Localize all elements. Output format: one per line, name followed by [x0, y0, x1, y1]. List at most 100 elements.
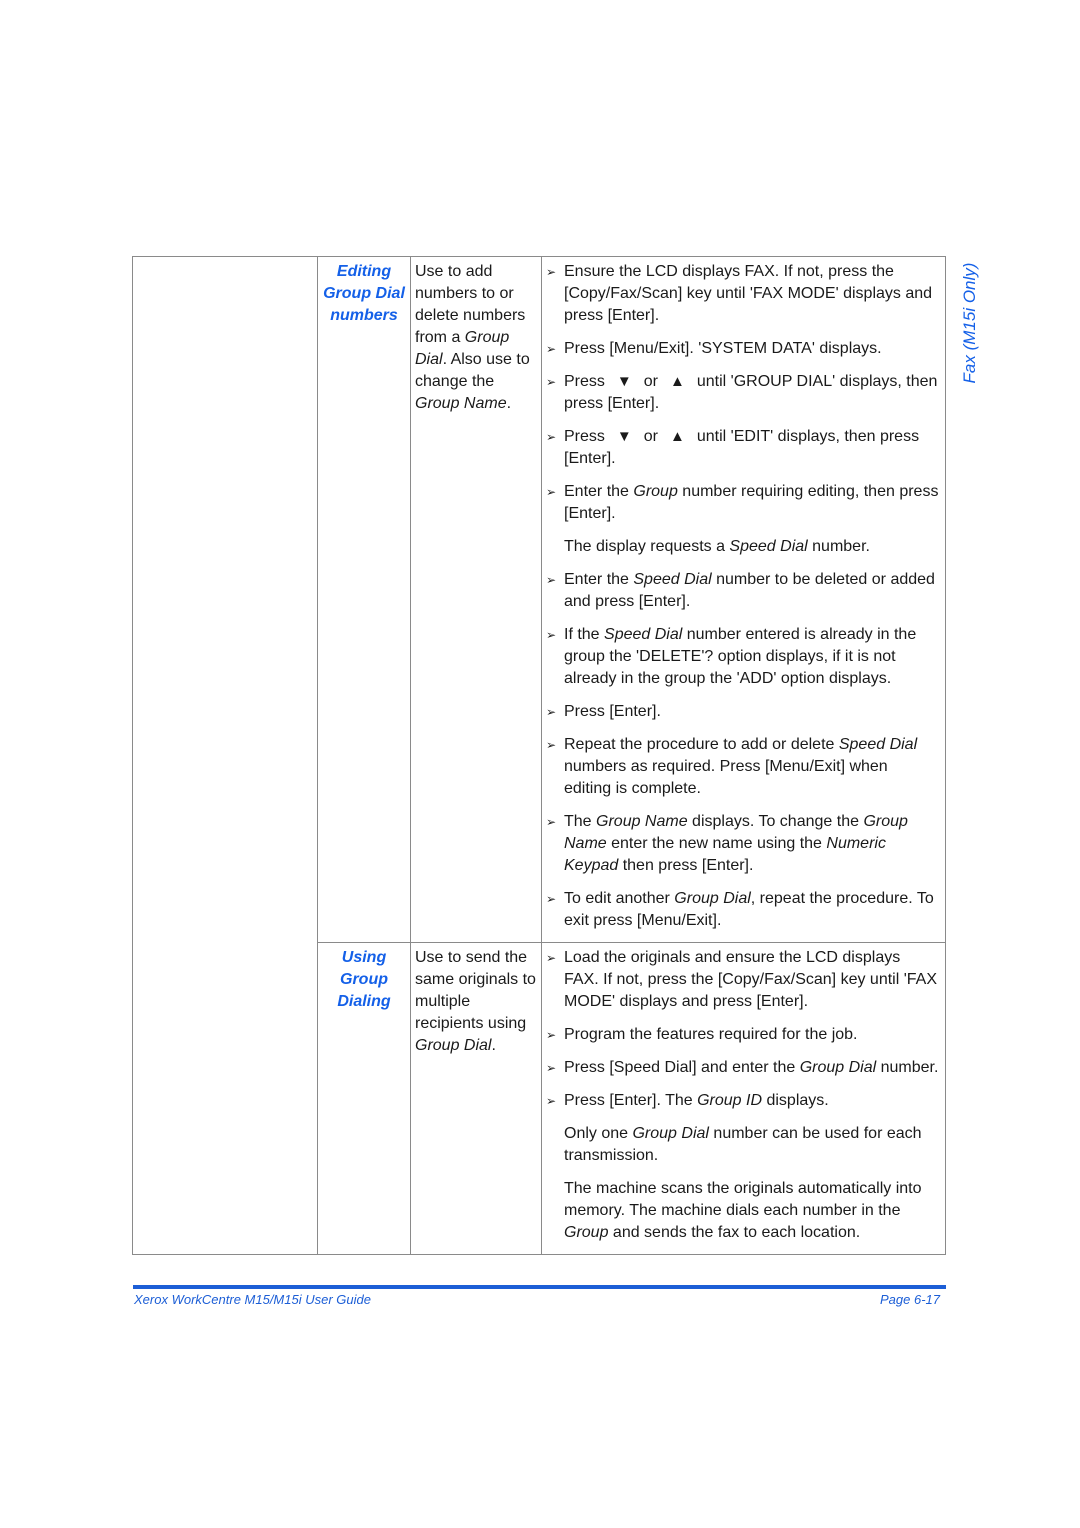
section-title: Editing Group Dial numbers [318, 257, 410, 327]
steps-list: ➢ Ensure the LCD displays FAX. If not, pr… [542, 257, 945, 942]
section-title: Using Group Dialing [318, 943, 410, 1013]
step-text: . [506, 395, 512, 412]
step-text: The [564, 813, 597, 830]
step-item: ➢ Press [Menu/Exit]. 'SYSTEM DATA' displa… [546, 338, 939, 360]
step-item: ➢ Ensure the LCD displays FAX. If not, pr… [546, 261, 939, 327]
emphasis-text: Group ID [697, 1092, 763, 1109]
step-text: Press [Enter]. [564, 703, 661, 720]
table-row-using-group-dialing: Using Group Dialing Use to send the same… [132, 942, 946, 1255]
step-text: Press [Menu/Exit]. 'SYSTEM DATA' display… [564, 340, 882, 357]
chapter-side-tab-label: Fax (M15i Only) [960, 262, 979, 384]
step-item: ➢ Press [Enter]. The Group ID displays. [546, 1090, 939, 1112]
arrowhead-bullet-icon: ➢ [546, 1094, 557, 1108]
section-title-cell: Editing Group Dial numbers [317, 256, 411, 943]
emphasis-text: Speed Dial [729, 538, 808, 555]
step-item: ➢ To edit another Group Dial, repeat the … [546, 888, 939, 932]
section-title-cell: Using Group Dialing [317, 942, 411, 1255]
step-item: ➢ Press [Speed Dial] and enter the Group … [546, 1057, 939, 1079]
down-arrow-key-icon: ▼ [616, 373, 632, 390]
step-text: To edit another [564, 890, 675, 907]
section-description: Use to add numbers to or delete numbers … [411, 257, 541, 415]
step-note: The display requests a Speed Dial number… [546, 536, 939, 558]
step-text: numbers as required. Press [Menu/Exit] w… [564, 758, 888, 797]
step-text: or [643, 428, 658, 445]
step-item: ➢ Load the originals and ensure the LCD d… [546, 947, 939, 1013]
arrowhead-bullet-icon: ➢ [546, 705, 557, 719]
emphasis-text: Speed Dial [838, 736, 918, 753]
up-arrow-key-icon: ▲ [670, 373, 685, 390]
step-text: Load the originals and ensure the LCD di… [564, 949, 937, 1010]
step-item: ➢ Program the features required for the j… [546, 1024, 939, 1046]
arrowhead-bullet-icon: ➢ [546, 375, 557, 389]
step-item: ➢ Enter the Group number requiring editin… [546, 481, 939, 525]
emphasis-text: Group [633, 483, 678, 500]
step-item: ➢ If the Speed Dial number entered is alr… [546, 624, 939, 690]
emphasis-text: Group Dial [415, 1037, 492, 1054]
arrowhead-bullet-icon: ➢ [546, 815, 557, 829]
title-line: Editing [336, 263, 392, 280]
emphasis-text: Speed Dial [604, 626, 683, 643]
step-item: ➢ The Group Name displays. To change the … [546, 811, 939, 877]
footer-page-number: Page 6-17 [880, 1292, 940, 1307]
emphasis-text: Group Name [596, 813, 688, 830]
step-text: Press [564, 428, 605, 445]
step-text: Only one [564, 1125, 633, 1142]
step-text: Press [Enter]. The [564, 1092, 698, 1109]
step-item: ➢ Press ▼ or ▲ until 'EDIT' displays, then pr… [546, 426, 939, 470]
step-text: Ensure the LCD displays FAX. If not, pre… [564, 263, 933, 324]
empty-margin-cell [132, 942, 318, 1255]
section-description-cell: Use to add numbers to or delete numbers … [410, 256, 542, 943]
step-item: ➢ Enter the Speed Dial number to be delet… [546, 569, 939, 613]
step-text: number. [807, 538, 870, 555]
step-text: The display requests a [564, 538, 730, 555]
title-line: Group Dial [323, 285, 405, 302]
step-text: . [491, 1037, 496, 1054]
title-line: numbers [330, 307, 398, 324]
arrowhead-bullet-icon: ➢ [546, 485, 557, 499]
arrowhead-bullet-icon: ➢ [546, 628, 557, 642]
up-arrow-key-icon: ▲ [670, 428, 685, 445]
step-note: The machine scans the originals automati… [546, 1178, 939, 1244]
arrowhead-bullet-icon: ➢ [546, 951, 557, 965]
step-text: Repeat the procedure to add or delete [564, 736, 839, 753]
title-line: Dialing [337, 993, 391, 1010]
step-text: enter the new name using the [606, 835, 827, 852]
title-line: Using [341, 949, 387, 966]
step-text: and sends the fax to each location. [608, 1224, 861, 1241]
footer-guide-title: Xerox WorkCentre M15/M15i User Guide [134, 1292, 371, 1307]
emphasis-text: Group Dial [674, 890, 751, 907]
step-text: Enter the [564, 483, 634, 500]
arrowhead-bullet-icon: ➢ [546, 265, 557, 279]
chapter-side-tab: Fax (M15i Only) [955, 258, 985, 388]
arrowhead-bullet-icon: ➢ [546, 1028, 557, 1042]
section-description-cell: Use to send the same originals to multip… [410, 942, 542, 1255]
step-text: The machine scans the originals automati… [564, 1180, 922, 1219]
step-text: displays. To change the [687, 813, 864, 830]
step-item: ➢ Press [Enter]. [546, 701, 939, 723]
table-row-editing-group-dial: Editing Group Dial numbers Use to add nu… [132, 256, 946, 943]
step-item: ➢ Repeat the procedure to add or delete S… [546, 734, 939, 800]
step-note: Only one Group Dial number can be used f… [546, 1123, 939, 1167]
arrowhead-bullet-icon: ➢ [546, 342, 557, 356]
emphasis-text: Group [564, 1224, 609, 1241]
steps-list: ➢ Load the originals and ensure the LCD d… [542, 943, 945, 1254]
step-item: ➢ Press ▼ or ▲ until 'GROUP DIAL' displays, t… [546, 371, 939, 415]
emphasis-text: Group Dial [799, 1059, 877, 1076]
arrowhead-bullet-icon: ➢ [546, 430, 557, 444]
procedure-table: Editing Group Dial numbers Use to add nu… [132, 256, 946, 1255]
arrowhead-bullet-icon: ➢ [546, 892, 557, 906]
step-text: Press [Speed Dial] and enter the [564, 1059, 800, 1076]
document-page: Editing Group Dial numbers Use to add nu… [0, 0, 1080, 1528]
emphasis-text: Group Name [415, 395, 507, 412]
emphasis-text: Speed Dial [633, 571, 712, 588]
step-text: Use to send the same originals to multip… [415, 949, 536, 1032]
section-steps-cell: ➢ Ensure the LCD displays FAX. If not, pr… [541, 256, 946, 943]
arrowhead-bullet-icon: ➢ [546, 573, 557, 587]
step-text: or [643, 373, 658, 390]
step-text: Press [564, 373, 605, 390]
title-line: Group [340, 971, 388, 988]
section-description: Use to send the same originals to multip… [411, 943, 541, 1057]
step-text: number. [876, 1059, 939, 1076]
step-text: displays. [762, 1092, 829, 1109]
step-text: Program the features required for the jo… [564, 1026, 858, 1043]
